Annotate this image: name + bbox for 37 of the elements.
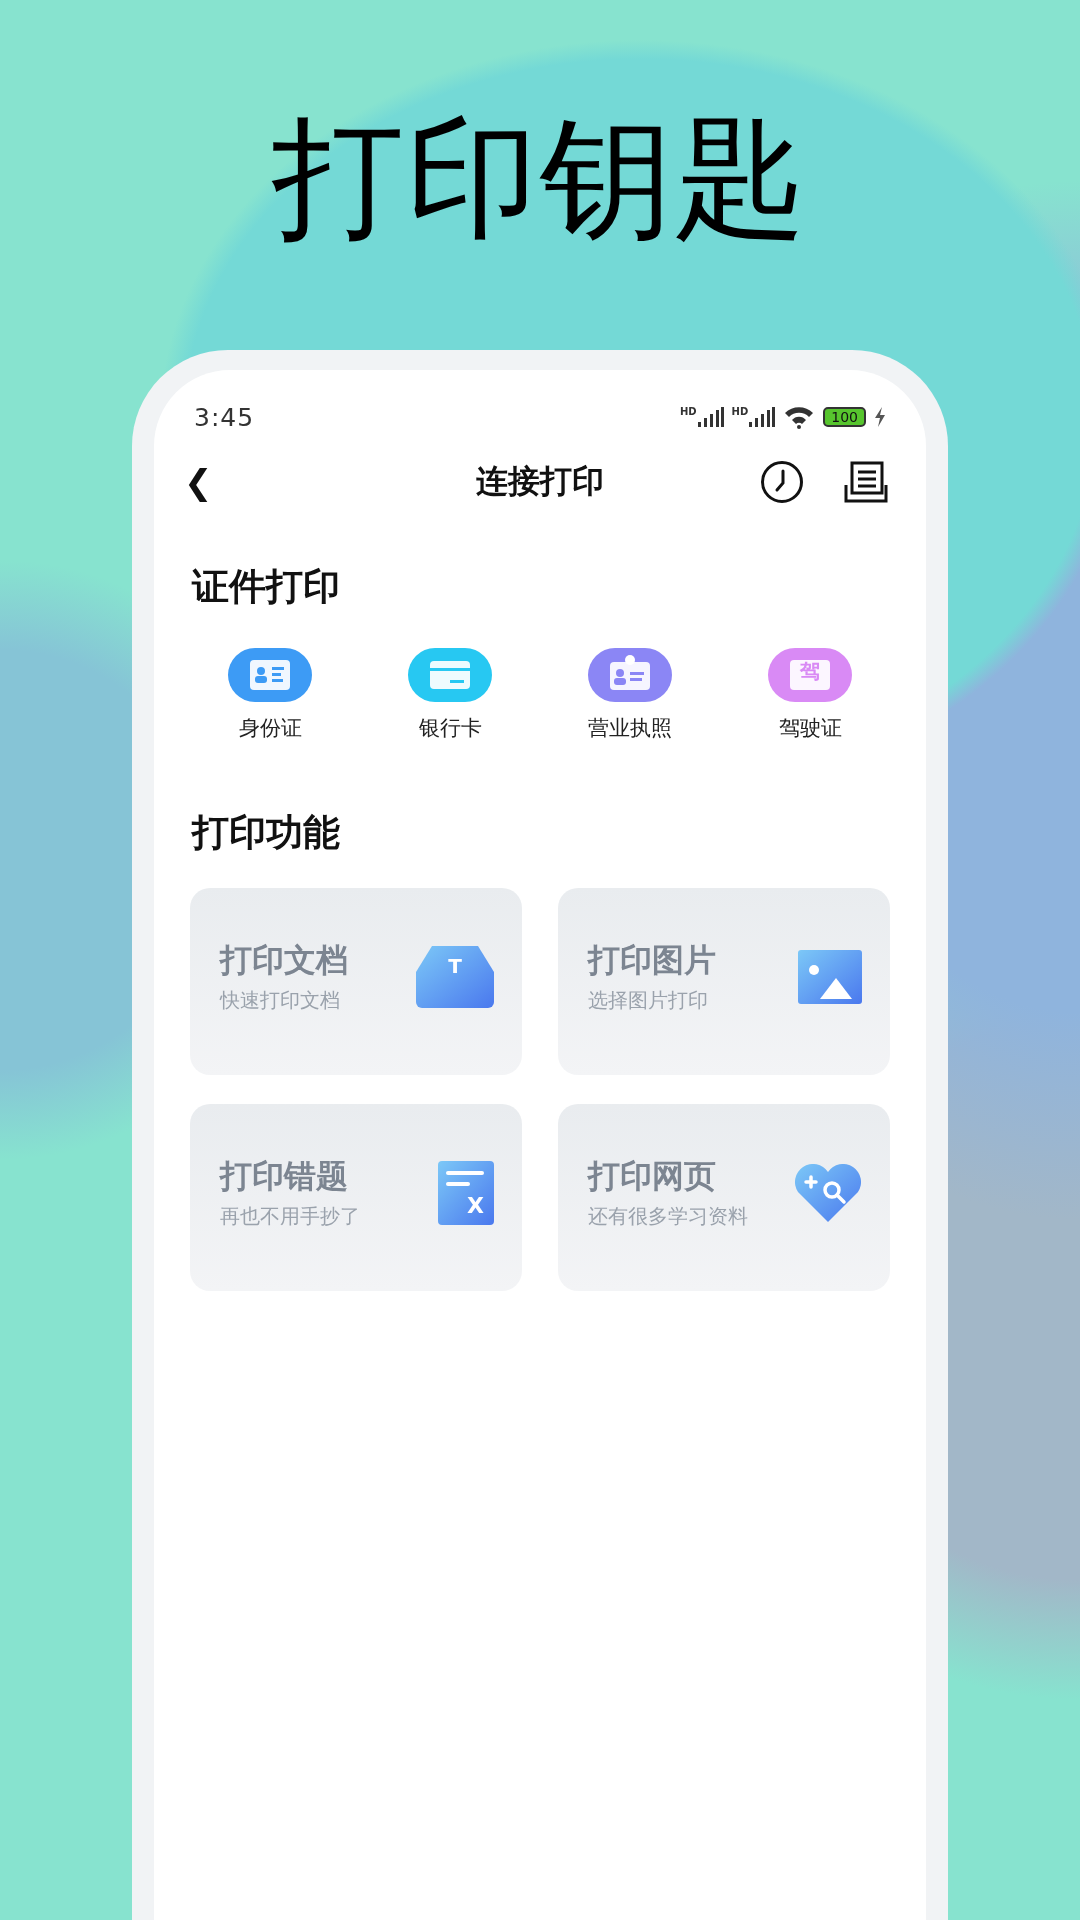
image-icon: [798, 949, 862, 1004]
card-title: 打印错题: [220, 1156, 349, 1197]
headline: 打印钥匙: [271, 100, 809, 257]
card-subtitle: 选择图片打印: [588, 987, 709, 1014]
id-type-label[interactable]: 营业执照: [588, 714, 672, 742]
id-type-icon[interactable]: [228, 648, 312, 702]
card-title: 打印图片: [588, 940, 716, 981]
status-time: 3:45: [194, 402, 255, 432]
clock-icon[interactable]: [760, 460, 804, 504]
card-title: 打印文档: [220, 940, 348, 981]
id-type-label[interactable]: 银行卡: [418, 714, 482, 742]
signal-icon: [697, 407, 724, 427]
section-title: 打印功能: [190, 810, 341, 856]
card-subtitle: 还有很多学习资料: [588, 1203, 748, 1230]
card-subtitle: 快速打印文档: [220, 987, 341, 1014]
battery-indicator: 100: [823, 407, 866, 427]
back-button[interactable]: ❮: [184, 462, 213, 502]
icon-letter: T: [448, 955, 462, 976]
id-type-icon[interactable]: [408, 648, 492, 702]
id-type-icon[interactable]: [588, 648, 672, 702]
card-subtitle: 再也不用手抄了: [220, 1203, 360, 1230]
page-title: 连接打印: [476, 461, 604, 502]
network-label: HD: [731, 407, 749, 417]
id-type-label[interactable]: 身份证: [238, 714, 302, 742]
tray-icon: [416, 945, 494, 1008]
heart-search-icon: [794, 1163, 862, 1222]
wifi-icon: [783, 405, 816, 429]
card-title: 打印网页: [588, 1156, 717, 1197]
icon-letter: X: [467, 1194, 484, 1217]
document-list-icon[interactable]: [844, 461, 888, 503]
network-label: HD: [679, 407, 697, 417]
worksheet-icon: [438, 1160, 494, 1225]
licence-glyph: 驾: [800, 661, 820, 681]
signal-icon: [749, 407, 776, 427]
section-title: 证件打印: [190, 564, 341, 610]
id-type-label[interactable]: 驾驶证: [778, 714, 842, 742]
id-type-icon[interactable]: [768, 648, 852, 702]
